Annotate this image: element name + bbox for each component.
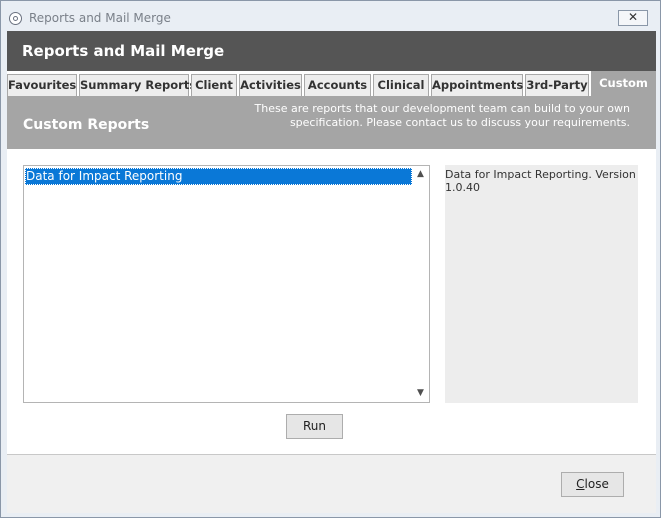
tab-appointments[interactable]: Appointments bbox=[431, 74, 523, 96]
title-bar: Reports and Mail Merge ✕ bbox=[1, 1, 660, 31]
window-title: Reports and Mail Merge bbox=[29, 11, 171, 25]
tab-client[interactable]: Client bbox=[191, 74, 237, 96]
close-button-label: lose bbox=[584, 477, 609, 491]
dialog-footer: Close bbox=[7, 455, 656, 513]
dialog-header: Reports and Mail Merge bbox=[7, 31, 656, 71]
panel-description: These are reports that our development t… bbox=[254, 102, 630, 129]
listbox-scrollbar[interactable]: ▲ ▼ bbox=[412, 166, 429, 402]
reports-mail-merge-window: Reports and Mail Merge ✕ Reports and Mai… bbox=[0, 0, 661, 518]
custom-reports-content: Data for Impact Reporting ▲ ▼ Data for I… bbox=[7, 149, 656, 455]
tab-activities[interactable]: Activities bbox=[239, 74, 302, 96]
run-button[interactable]: Run bbox=[286, 414, 343, 439]
panel-title: Custom Reports bbox=[23, 117, 150, 133]
list-item-data-for-impact-reporting[interactable]: Data for Impact Reporting bbox=[25, 168, 412, 185]
app-icon bbox=[9, 12, 22, 25]
close-button-mnemonic: C bbox=[576, 477, 585, 491]
tab-clinical[interactable]: Clinical bbox=[373, 74, 429, 96]
report-listbox[interactable]: Data for Impact Reporting ▲ ▼ bbox=[23, 165, 430, 403]
close-button[interactable]: Close bbox=[561, 472, 624, 497]
window-close-button[interactable]: ✕ bbox=[618, 10, 648, 26]
report-info-box: Data for Impact Reporting. Version 1.0.4… bbox=[445, 165, 638, 403]
dialog-title: Reports and Mail Merge bbox=[22, 42, 225, 60]
tab-favourites[interactable]: Favourites bbox=[7, 74, 77, 96]
scroll-down-icon[interactable]: ▼ bbox=[412, 385, 429, 402]
report-info-text: Data for Impact Reporting. Version 1.0.4… bbox=[445, 168, 636, 194]
scroll-up-icon[interactable]: ▲ bbox=[412, 166, 429, 183]
tab-custom[interactable]: Custom bbox=[591, 71, 656, 96]
custom-reports-header: Custom Reports These are reports that ou… bbox=[7, 96, 656, 149]
tab-summary-reports[interactable]: Summary Reports bbox=[79, 74, 196, 96]
report-tabs: Favourites Summary Reports Client Activi… bbox=[7, 71, 656, 96]
tab-accounts[interactable]: Accounts bbox=[304, 74, 371, 96]
tab-3rd-party[interactable]: 3rd-Party bbox=[525, 74, 589, 96]
